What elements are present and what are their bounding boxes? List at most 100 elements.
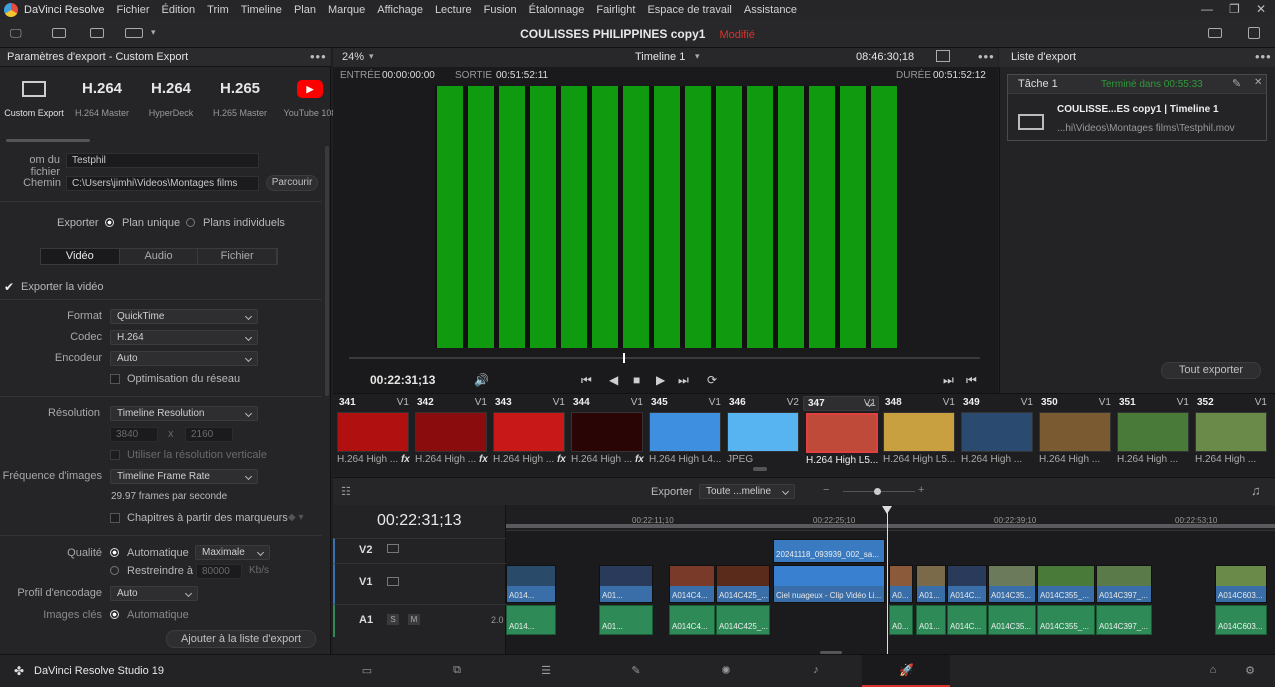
a1-clip[interactable]: A01... xyxy=(599,605,653,635)
a1-clip[interactable]: A014C397_... xyxy=(1096,605,1152,635)
a1-clip[interactable]: A014... xyxy=(506,605,556,635)
timeline-playhead[interactable] xyxy=(887,508,888,654)
zoom-select[interactable]: 24% xyxy=(342,51,364,63)
v1-clip[interactable]: A014C4... xyxy=(669,565,715,603)
quality-select[interactable]: Maximale xyxy=(195,545,270,560)
profile-select[interactable]: Auto xyxy=(110,586,198,601)
preset-scrollbar[interactable] xyxy=(6,139,90,142)
export-list-icon[interactable] xyxy=(1208,28,1222,38)
a1-clip[interactable]: A014C355_... xyxy=(1037,605,1095,635)
menu-fichier[interactable]: Fichier xyxy=(111,4,156,16)
zoom-slider-handle[interactable] xyxy=(874,488,881,495)
timeline-name[interactable]: Timeline 1 xyxy=(635,51,685,63)
tab-video[interactable]: Vidéo xyxy=(41,249,120,264)
export-range-select[interactable]: Toute ...meline xyxy=(699,484,795,499)
home-icon[interactable]: ⌂ xyxy=(1206,664,1220,676)
menu-etalonnage[interactable]: Étalonnage xyxy=(523,4,591,16)
stop-icon[interactable]: ■ xyxy=(633,373,640,387)
tab-audio[interactable]: Audio xyxy=(119,249,199,264)
play-reverse-icon[interactable]: ◀ xyxy=(609,373,618,387)
v2-track-icon[interactable] xyxy=(387,544,399,553)
export-video-check[interactable]: ✔ xyxy=(4,280,14,294)
fusion-page-icon[interactable]: ✎ xyxy=(629,664,643,677)
menu-marque[interactable]: Marque xyxy=(322,4,371,16)
menu-edition[interactable]: Édition xyxy=(156,4,202,16)
v1-clip[interactable]: A014C... xyxy=(947,565,987,603)
height-input[interactable]: 2160 xyxy=(185,427,233,442)
menu-plan[interactable]: Plan xyxy=(288,4,322,16)
vertical-res-checkbox[interactable] xyxy=(110,450,120,460)
scrub-playhead[interactable] xyxy=(623,353,626,363)
network-opt-checkbox[interactable] xyxy=(110,374,120,384)
preset-hyperdeck[interactable]: H.264 HyperDeck xyxy=(137,76,205,118)
quality-auto-radio[interactable] xyxy=(110,548,119,557)
settings-scrollbar[interactable] xyxy=(325,146,329,396)
clip-thumbnail[interactable]: 347 V1 H.264 High L5... xyxy=(803,396,879,466)
a1-clip[interactable]: A014C... xyxy=(947,605,987,635)
a1-clip[interactable]: A01... xyxy=(916,605,946,635)
preset-custom-export[interactable]: Custom Export xyxy=(0,76,68,118)
restrict-radio[interactable] xyxy=(110,566,119,575)
mute-button[interactable]: M xyxy=(408,614,420,625)
media-page-icon[interactable]: ▭ xyxy=(360,664,374,677)
format-select[interactable]: QuickTime xyxy=(110,309,258,324)
v1-clip[interactable]: A014C603... xyxy=(1215,565,1267,603)
zoom-out-icon[interactable]: − xyxy=(823,484,829,496)
settings-gear-icon[interactable]: ⚙ xyxy=(1243,664,1257,677)
go-to-end-icon[interactable]: ⏭ xyxy=(678,373,689,388)
thumbs-scrollbar[interactable] xyxy=(753,467,767,471)
single-clip-radio[interactable] xyxy=(105,218,114,227)
v1-track-icon[interactable] xyxy=(387,577,399,586)
v1-clip[interactable]: A01... xyxy=(599,565,653,603)
mark-in-icon[interactable]: ⏭ xyxy=(943,373,954,388)
a1-clip[interactable]: A014C35... xyxy=(988,605,1036,635)
resolution-select[interactable]: Timeline Resolution xyxy=(110,406,258,421)
loop-icon[interactable]: ⟳ xyxy=(707,373,717,387)
viewer-options-icon[interactable] xyxy=(936,50,950,62)
mark-out-icon[interactable]: ⏮ xyxy=(966,373,977,388)
go-to-start-icon[interactable]: ⏮ xyxy=(581,373,592,388)
track-v2[interactable]: V2 xyxy=(333,538,506,563)
v1-clip[interactable]: A014C35... xyxy=(988,565,1036,603)
zoom-in-icon[interactable]: + xyxy=(918,484,924,496)
v1-clip[interactable]: A014C425_... xyxy=(716,565,770,603)
solo-button[interactable]: S xyxy=(387,614,399,625)
maximize-icon[interactable]: ❐ xyxy=(1229,2,1240,16)
timeline-range-bar[interactable] xyxy=(506,524,1275,528)
playhead-handle[interactable] xyxy=(882,506,892,514)
menu-affichage[interactable]: Affichage xyxy=(371,4,429,16)
timeline-options-icon[interactable]: ☷ xyxy=(341,485,351,498)
menu-espace-travail[interactable]: Espace de travail xyxy=(641,4,737,16)
close-icon[interactable]: ✕ xyxy=(1256,2,1266,16)
viewer-menu-icon[interactable]: ••• xyxy=(978,49,995,64)
framerate-select[interactable]: Timeline Frame Rate xyxy=(110,469,258,484)
v1-clip[interactable]: A01... xyxy=(916,565,946,603)
preset-h265-master[interactable]: H.265 H.265 Master xyxy=(206,76,274,118)
menu-fusion[interactable]: Fusion xyxy=(478,4,523,16)
v2-clip[interactable]: 20241118_093939_002_sa... xyxy=(773,539,885,563)
a1-clip[interactable]: A0... xyxy=(889,605,913,635)
volume-icon[interactable]: 🔊 xyxy=(474,373,489,387)
v1-clip[interactable]: A014C355_... xyxy=(1037,565,1095,603)
fairlight-page-icon[interactable]: ♪ xyxy=(809,664,823,676)
chapters-checkbox[interactable] xyxy=(110,513,120,523)
v1-clip[interactable]: A0... xyxy=(889,565,913,603)
edit-icon[interactable]: ✎ xyxy=(1232,77,1241,90)
tab-file[interactable]: Fichier xyxy=(198,249,278,264)
play-icon[interactable]: ▶ xyxy=(656,373,665,387)
track-a1[interactable]: A1 S M 2.0 xyxy=(333,604,506,637)
browse-button[interactable]: Parcourir xyxy=(266,175,318,191)
path-input[interactable]: C:\Users\jimhi\Videos\Montages films xyxy=(66,176,259,191)
filename-input[interactable]: Testphil xyxy=(66,153,259,168)
codec-select[interactable]: H.264 xyxy=(110,330,258,345)
minimize-icon[interactable]: — xyxy=(1201,2,1213,16)
v1-clip[interactable]: A014... xyxy=(506,565,556,603)
zoom-chevron-icon[interactable]: ▾ xyxy=(369,51,374,62)
marker-icon[interactable]: ◆ ▾ xyxy=(288,512,304,523)
a1-clip[interactable]: A014C4... xyxy=(669,605,715,635)
color-page-icon[interactable]: ✺ xyxy=(719,664,733,677)
a1-clip[interactable]: A014C425_... xyxy=(716,605,770,635)
track-v1[interactable]: V1 xyxy=(333,563,506,604)
edit-page-icon[interactable]: ☰ xyxy=(539,664,553,677)
individual-clips-radio[interactable] xyxy=(186,218,195,227)
